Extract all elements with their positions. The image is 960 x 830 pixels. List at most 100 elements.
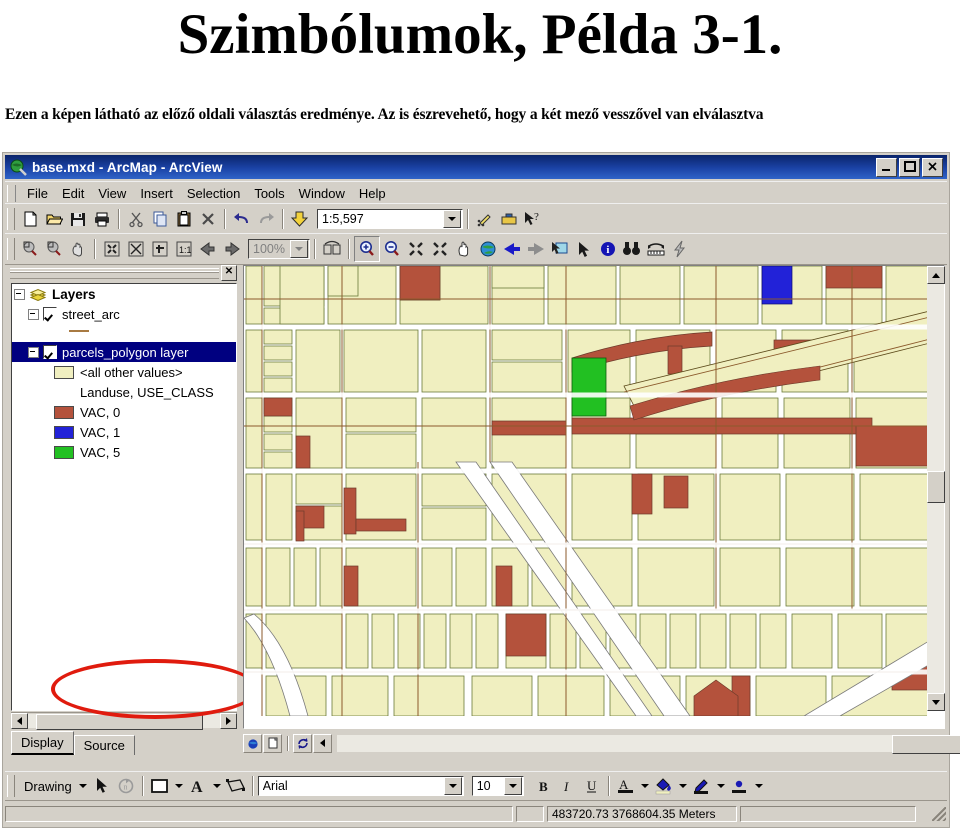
- select-elements-arrow-icon[interactable]: [572, 237, 596, 261]
- standard-toolbar-grip[interactable]: [7, 208, 15, 230]
- fixed-zoom-out-icon[interactable]: [124, 237, 148, 261]
- print-icon[interactable]: [90, 207, 114, 231]
- hyperlink-lightning-icon[interactable]: [668, 237, 692, 261]
- full-extent-globe-icon[interactable]: [476, 237, 500, 261]
- zoom-out-icon[interactable]: [380, 237, 404, 261]
- redo-arrow-icon[interactable]: [254, 207, 278, 231]
- paste-icon[interactable]: [172, 207, 196, 231]
- zoom-in-icon[interactable]: [354, 236, 380, 262]
- fill-color-icon[interactable]: [652, 774, 676, 798]
- data-view-icon[interactable]: [243, 733, 262, 753]
- drawing-menu-label[interactable]: Drawing: [18, 779, 76, 794]
- visibility-checkbox-parcels[interactable]: [43, 345, 57, 359]
- map-view-panel[interactable]: [243, 265, 945, 729]
- map-vertical-scrollbar[interactable]: [926, 266, 945, 711]
- pause-drawing-icon[interactable]: [313, 733, 332, 753]
- close-button[interactable]: [922, 157, 943, 177]
- find-binoculars-icon[interactable]: [620, 237, 644, 261]
- open-folder-icon[interactable]: [42, 207, 66, 231]
- toc-row-layers[interactable]: Layers: [12, 284, 236, 304]
- underline-button[interactable]: U: [580, 774, 604, 798]
- font-size-dropdown-button[interactable]: [503, 777, 522, 795]
- undo-arrow-icon[interactable]: [230, 207, 254, 231]
- expand-toggle-street-arc[interactable]: [28, 308, 39, 320]
- map-horizontal-scroll-thumb[interactable]: [892, 734, 960, 754]
- full-extent-icon[interactable]: [148, 237, 172, 261]
- italic-button[interactable]: I: [556, 774, 580, 798]
- menu-selection[interactable]: Selection: [180, 184, 247, 203]
- expand-toggle-parcels[interactable]: [28, 346, 39, 358]
- map-scroll-thumb[interactable]: [926, 471, 945, 503]
- menu-insert[interactable]: Insert: [133, 184, 180, 203]
- identify-icon[interactable]: i: [596, 237, 620, 261]
- font-color-icon[interactable]: A: [614, 774, 638, 798]
- legend-item[interactable]: VAC, 0: [12, 402, 236, 422]
- legend-item[interactable]: <all other values>: [12, 362, 236, 382]
- legend-item[interactable]: VAC, 1: [12, 422, 236, 442]
- toc-tree[interactable]: Layers street_arc parcels_polygon layer: [11, 283, 237, 711]
- group-icon[interactable]: [224, 774, 248, 798]
- pan-hand-icon[interactable]: [66, 237, 90, 261]
- select-arrow-icon[interactable]: [90, 774, 114, 798]
- select-features-icon[interactable]: [548, 237, 572, 261]
- toc-row-parcels-layer[interactable]: parcels_polygon layer: [12, 342, 236, 362]
- toc-drag-bar[interactable]: ✕: [9, 265, 239, 281]
- menu-file[interactable]: File: [20, 184, 55, 203]
- line-color-icon[interactable]: [690, 774, 714, 798]
- expand-toggle-layers[interactable]: [14, 288, 25, 300]
- font-family-dropdown-button[interactable]: [443, 777, 462, 795]
- visibility-checkbox-street-arc[interactable]: [43, 307, 57, 321]
- font-size-combo[interactable]: 10: [471, 776, 524, 796]
- menu-tools[interactable]: Tools: [247, 184, 291, 203]
- menu-help[interactable]: Help: [352, 184, 393, 203]
- fixed-zoom-in-icon[interactable]: [100, 237, 124, 261]
- zoom-in-rect-icon[interactable]: [18, 237, 42, 261]
- minimize-button[interactable]: [876, 157, 897, 177]
- fixed-zoom-out2-icon[interactable]: [428, 237, 452, 261]
- toc-row-street-arc[interactable]: street_arc: [12, 304, 236, 324]
- font-color-dropdown-button[interactable]: [638, 774, 652, 798]
- layout-view-icon[interactable]: [263, 733, 282, 753]
- map-scroll-up-button[interactable]: [926, 266, 945, 284]
- toc-close-icon[interactable]: ✕: [221, 265, 237, 281]
- fixed-zoom-in2-icon[interactable]: [404, 237, 428, 261]
- toc-scroll-right-button[interactable]: [220, 713, 237, 729]
- maximize-button[interactable]: [899, 157, 920, 177]
- map-horizontal-scroll-track[interactable]: [337, 734, 960, 754]
- resize-grip-icon[interactable]: [932, 807, 946, 821]
- back-extent-icon[interactable]: [196, 237, 220, 261]
- fill-color-dropdown-button[interactable]: [676, 774, 690, 798]
- legend-item[interactable]: VAC, 5: [12, 442, 236, 462]
- toc-horizontal-scrollbar[interactable]: [11, 712, 237, 730]
- forward-extent-icon[interactable]: [220, 237, 244, 261]
- new-text-dropdown-button[interactable]: [210, 774, 224, 798]
- tab-source[interactable]: Source: [73, 735, 135, 755]
- new-document-icon[interactable]: [18, 207, 42, 231]
- menu-window[interactable]: Window: [292, 184, 352, 203]
- pan-icon[interactable]: [452, 237, 476, 261]
- refresh-icon[interactable]: [293, 733, 312, 753]
- toggle-draft-mode-icon[interactable]: [320, 237, 344, 261]
- toc-scroll-left-button[interactable]: [11, 713, 28, 729]
- font-family-combo[interactable]: Arial: [257, 776, 464, 796]
- marker-color-dropdown-button[interactable]: [752, 774, 766, 798]
- copy-icon[interactable]: [148, 207, 172, 231]
- page-zoom-combo[interactable]: 100%: [248, 239, 310, 259]
- map-scroll-down-button[interactable]: [926, 693, 945, 711]
- measure-icon[interactable]: [644, 237, 668, 261]
- tools-toolbar-grip[interactable]: [7, 238, 15, 260]
- toc-scroll-track[interactable]: [28, 714, 220, 730]
- go-next-extent-icon[interactable]: [524, 237, 548, 261]
- menu-edit[interactable]: Edit: [55, 184, 91, 203]
- cut-scissors-icon[interactable]: [124, 207, 148, 231]
- zoom-out-rect-icon[interactable]: [42, 237, 66, 261]
- drawing-toolbar-grip[interactable]: [7, 775, 15, 797]
- save-icon[interactable]: [66, 207, 90, 231]
- legend-heading[interactable]: Landuse, USE_CLASS: [12, 382, 236, 402]
- new-rectangle-icon[interactable]: [148, 774, 172, 798]
- menubar-grip[interactable]: [7, 184, 16, 202]
- new-rectangle-dropdown-button[interactable]: [172, 774, 186, 798]
- toc-scroll-thumb[interactable]: [36, 714, 203, 730]
- line-color-dropdown-button[interactable]: [714, 774, 728, 798]
- map-scale-combo[interactable]: 1:5,597: [317, 209, 463, 229]
